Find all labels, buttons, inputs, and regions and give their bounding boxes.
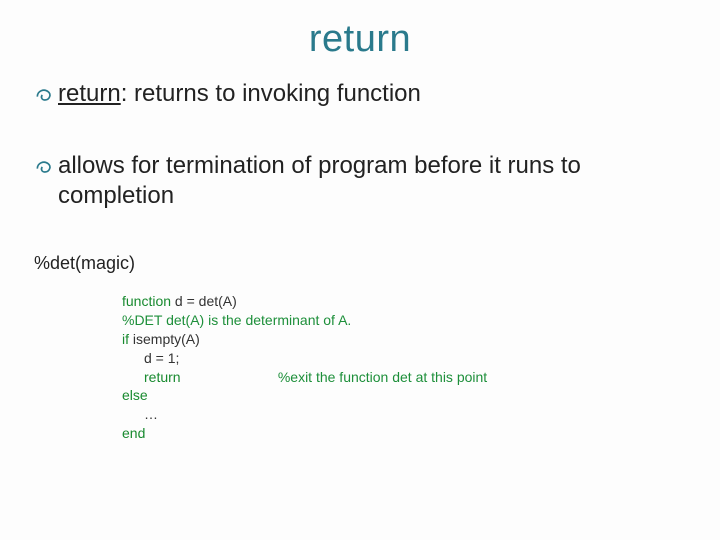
code-line: %DET det(A) is the determinant of A. bbox=[122, 311, 686, 330]
bullet-text: allows for termination of program before… bbox=[58, 151, 686, 211]
code-gap bbox=[181, 369, 278, 385]
slide-title: return bbox=[34, 18, 686, 61]
code-keyword: return bbox=[144, 369, 181, 385]
code-keyword: end bbox=[122, 425, 145, 441]
code-keyword: if bbox=[122, 331, 129, 347]
code-line: d = 1; bbox=[122, 349, 686, 368]
swirl-icon bbox=[34, 83, 54, 107]
code-line: end bbox=[122, 424, 686, 443]
code-text: … bbox=[144, 406, 158, 422]
code-line: return %exit the function det at this po… bbox=[122, 368, 686, 387]
code-comment: %exit the function det at this point bbox=[278, 368, 487, 387]
code-text: d = det(A) bbox=[171, 293, 237, 309]
bullet-rest: : returns to invoking function bbox=[121, 80, 421, 107]
code-line: function d = det(A) bbox=[122, 292, 686, 311]
bullet-term: return bbox=[58, 80, 121, 107]
bullet-text: return: returns to invoking function bbox=[58, 79, 686, 109]
bullet-item: allows for termination of program before… bbox=[34, 151, 686, 211]
bullet-list: return: returns to invoking function all… bbox=[34, 79, 686, 211]
code-line: … bbox=[122, 405, 686, 424]
code-text: d = 1; bbox=[144, 350, 179, 366]
code-keyword: else bbox=[122, 387, 148, 403]
code-comment: %DET det(A) is the determinant of A. bbox=[122, 312, 351, 328]
bullet-item: return: returns to invoking function bbox=[34, 79, 686, 109]
slide: return return: returns to invoking funct… bbox=[0, 0, 720, 540]
det-magic-label: %det(magic) bbox=[34, 253, 686, 274]
code-keyword: function bbox=[122, 293, 171, 309]
code-line: if isempty(A) bbox=[122, 330, 686, 349]
swirl-icon bbox=[34, 155, 54, 179]
code-text: isempty(A) bbox=[129, 331, 200, 347]
code-block: function d = det(A) %DET det(A) is the d… bbox=[122, 292, 686, 443]
code-line: else bbox=[122, 386, 686, 405]
